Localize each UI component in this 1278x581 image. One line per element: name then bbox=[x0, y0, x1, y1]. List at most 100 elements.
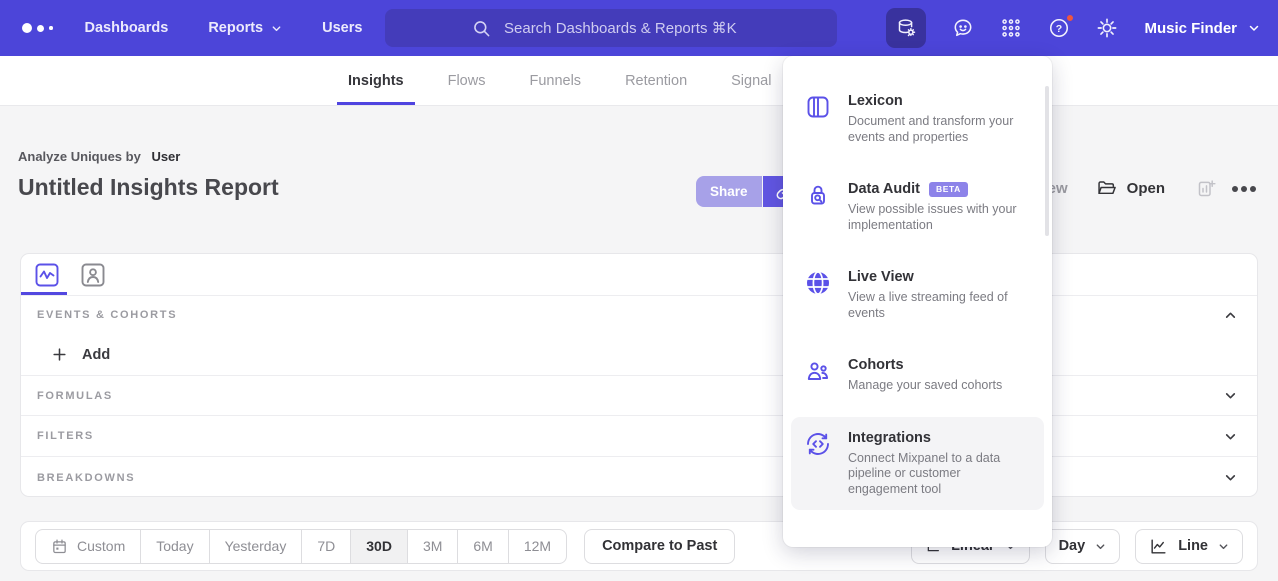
menu-item-description: View a live streaming feed of events bbox=[848, 290, 1022, 321]
range-today[interactable]: Today bbox=[140, 529, 209, 564]
builder-mode-tabs bbox=[21, 254, 1257, 296]
search-input[interactable] bbox=[502, 19, 750, 38]
range-today-label: Today bbox=[156, 538, 193, 554]
date-range-selector: Custom Today Yesterday 7D 30D 3M 6M 12M bbox=[35, 529, 567, 564]
report-header: Analyze Uniques by User Untitled Insight… bbox=[18, 149, 279, 201]
global-search[interactable] bbox=[385, 9, 837, 47]
menu-item-title: Lexicon bbox=[848, 93, 903, 109]
range-6m[interactable]: 6M bbox=[457, 529, 508, 564]
nav-reports[interactable]: Reports bbox=[208, 20, 282, 36]
navbar-right-icons: ? Music Finder bbox=[886, 0, 1260, 56]
range-yesterday[interactable]: Yesterday bbox=[209, 529, 303, 564]
feedback-icon[interactable] bbox=[952, 17, 974, 39]
lexicon-book-icon bbox=[805, 94, 831, 120]
chart-type-dropdown[interactable]: Line bbox=[1135, 529, 1243, 564]
profiles-tab[interactable] bbox=[80, 262, 106, 288]
settings-gear-icon[interactable] bbox=[1096, 17, 1118, 39]
menu-item-cohorts[interactable]: Cohorts Manage your saved cohorts bbox=[783, 344, 1052, 407]
events-cohorts-label: EVENTS & COHORTS bbox=[37, 309, 177, 321]
range-30d-label: 30D bbox=[366, 538, 392, 554]
menu-item-description: Manage your saved cohorts bbox=[848, 378, 1002, 394]
tab-insights-label: Insights bbox=[348, 73, 404, 89]
chevron-down-icon[interactable] bbox=[1224, 389, 1237, 402]
chevron-down-icon bbox=[1248, 22, 1260, 34]
chevron-down-icon bbox=[1095, 541, 1106, 552]
nav-reports-label: Reports bbox=[208, 20, 263, 36]
menu-item-live-view[interactable]: Live View View a live streaming feed of … bbox=[783, 256, 1052, 334]
tab-signal[interactable]: Signal bbox=[731, 56, 771, 105]
chevron-down-icon[interactable] bbox=[1224, 471, 1237, 484]
share-button[interactable]: Share bbox=[696, 176, 762, 207]
report-title[interactable]: Untitled Insights Report bbox=[18, 174, 279, 201]
range-3m-label: 3M bbox=[423, 538, 442, 554]
menu-item-integrations[interactable]: Integrations Connect Mixpanel to a data … bbox=[791, 417, 1044, 511]
range-30d[interactable]: 30D bbox=[350, 529, 408, 564]
tab-retention[interactable]: Retention bbox=[625, 56, 687, 105]
panel-scrollbar[interactable] bbox=[1045, 86, 1049, 236]
help-icon[interactable]: ? bbox=[1048, 17, 1070, 39]
filters-section[interactable]: FILTERS bbox=[21, 416, 1257, 457]
integrations-sync-icon bbox=[805, 431, 831, 457]
chevron-up-icon[interactable] bbox=[1224, 309, 1237, 322]
tab-funnels-label: Funnels bbox=[529, 73, 581, 89]
range-12m-label: 12M bbox=[524, 538, 551, 554]
chart-type-label: Line bbox=[1178, 538, 1208, 554]
add-event-button[interactable]: Add bbox=[21, 334, 1257, 376]
add-to-dashboard-icon[interactable] bbox=[1196, 178, 1217, 199]
svg-text:?: ? bbox=[1056, 23, 1062, 35]
tab-flows[interactable]: Flows bbox=[448, 56, 486, 105]
apps-grid-icon[interactable] bbox=[1000, 17, 1022, 39]
context-prefix: Analyze Uniques by bbox=[18, 149, 141, 164]
filters-label: FILTERS bbox=[37, 430, 94, 442]
formulas-section[interactable]: FORMULAS bbox=[21, 376, 1257, 416]
analysis-context: Analyze Uniques by User bbox=[18, 149, 279, 164]
chevron-down-icon bbox=[1218, 541, 1229, 552]
beta-badge: BETA bbox=[929, 182, 968, 197]
tab-signal-label: Signal bbox=[731, 73, 771, 89]
breakdowns-section[interactable]: BREAKDOWNS bbox=[21, 457, 1257, 497]
menu-item-title: Cohorts bbox=[848, 357, 904, 373]
live-view-globe-icon bbox=[805, 270, 831, 296]
cohorts-people-icon bbox=[805, 358, 831, 384]
report-actions: New Open bbox=[1037, 178, 1256, 199]
range-7d[interactable]: 7D bbox=[301, 529, 351, 564]
breakdowns-label: BREAKDOWNS bbox=[37, 472, 135, 484]
nav-dashboards-label: Dashboards bbox=[85, 20, 169, 36]
range-3m[interactable]: 3M bbox=[407, 529, 458, 564]
events-cohorts-section[interactable]: EVENTS & COHORTS bbox=[21, 296, 1257, 334]
compare-to-past-button[interactable]: Compare to Past bbox=[584, 529, 735, 564]
events-metrics-tab[interactable] bbox=[34, 262, 60, 288]
calendar-icon bbox=[51, 538, 68, 555]
interval-dropdown[interactable]: Day bbox=[1045, 529, 1121, 564]
tab-funnels[interactable]: Funnels bbox=[529, 56, 581, 105]
range-custom[interactable]: Custom bbox=[35, 529, 141, 564]
more-options-button[interactable] bbox=[1232, 186, 1256, 192]
workspace-switcher[interactable]: Music Finder bbox=[1144, 20, 1260, 37]
search-icon bbox=[472, 19, 491, 38]
tab-insights[interactable]: Insights bbox=[348, 56, 404, 105]
open-label: Open bbox=[1127, 180, 1165, 197]
report-tabs: Insights Flows Funnels Retention Signal … bbox=[0, 56, 1278, 106]
menu-item-lexicon[interactable]: Lexicon Document and transform your even… bbox=[783, 80, 1052, 158]
top-navbar: Dashboards Reports Users bbox=[0, 0, 1278, 56]
range-7d-label: 7D bbox=[317, 538, 335, 554]
tab-flows-label: Flows bbox=[448, 73, 486, 89]
mixpanel-logo-icon[interactable] bbox=[22, 23, 53, 33]
menu-item-data-audit[interactable]: Data Audit BETA View possible issues wit… bbox=[783, 168, 1052, 246]
range-12m[interactable]: 12M bbox=[508, 529, 567, 564]
data-management-icon[interactable] bbox=[886, 8, 926, 48]
nav-users-label: Users bbox=[322, 20, 362, 36]
folder-icon bbox=[1096, 178, 1117, 199]
notification-dot bbox=[1065, 13, 1075, 23]
context-entity-selector[interactable]: User bbox=[151, 149, 180, 164]
nav-users[interactable]: Users bbox=[322, 20, 362, 36]
chevron-down-icon[interactable] bbox=[1224, 430, 1237, 443]
nav-dashboards[interactable]: Dashboards bbox=[85, 20, 169, 36]
data-audit-lock-icon bbox=[805, 182, 831, 208]
menu-item-title: Data Audit bbox=[848, 181, 920, 197]
workspace-label: Music Finder bbox=[1144, 20, 1237, 37]
formulas-label: FORMULAS bbox=[37, 390, 113, 402]
add-label: Add bbox=[82, 347, 110, 363]
open-report-button[interactable]: Open bbox=[1096, 178, 1165, 199]
menu-item-description: View possible issues with your implement… bbox=[848, 202, 1022, 233]
